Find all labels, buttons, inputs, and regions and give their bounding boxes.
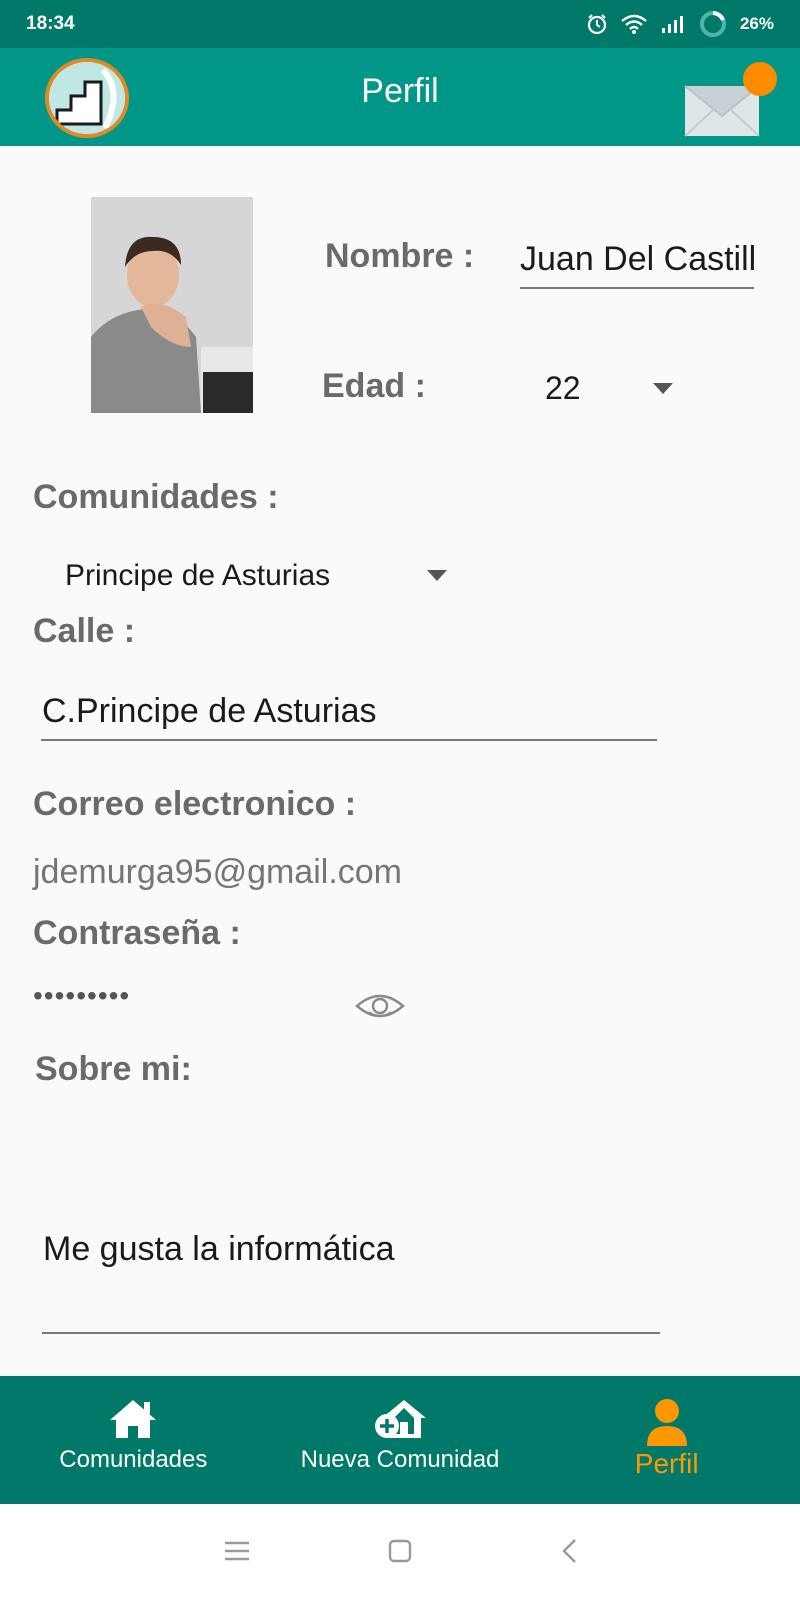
community-dropdown[interactable]: Principe de Asturias	[55, 555, 455, 605]
profile-photo[interactable]	[91, 197, 253, 413]
eye-icon[interactable]	[355, 990, 405, 1027]
battery-percent: 26%	[739, 14, 774, 33]
status-time: 18:34	[26, 13, 75, 34]
name-underline	[520, 287, 754, 289]
battery-icon	[698, 9, 728, 39]
person-icon	[646, 1399, 687, 1446]
add-home-icon	[375, 1400, 426, 1438]
wifi-icon	[620, 13, 648, 35]
nav-label-nueva-comunidad: Nueva Comunidad	[300, 1446, 500, 1473]
street-input[interactable]: C.Principe de Asturias	[42, 692, 377, 731]
age-label: Edad :	[322, 367, 426, 405]
password-value: •••••••••	[33, 980, 131, 1011]
communities-label: Comunidades :	[33, 478, 279, 516]
bottom-navigation: Comunidades Nueva Comunidad Perfil	[0, 1376, 800, 1504]
nav-label-comunidades: Comunidades	[59, 1446, 208, 1473]
street-underline	[41, 739, 657, 741]
system-navigation-bar	[0, 1504, 800, 1600]
about-label: Sobre mi:	[35, 1050, 192, 1088]
nav-item-perfil[interactable]: Perfil	[533, 1376, 800, 1504]
street-label: Calle :	[33, 612, 136, 650]
about-input[interactable]: Me gusta la informática	[43, 1230, 395, 1269]
about-underline	[42, 1332, 660, 1334]
page-title: Perfil	[361, 72, 439, 110]
app-bar: Perfil	[0, 48, 800, 146]
status-bar: 18:34 26%	[0, 0, 800, 48]
alarm-icon	[586, 13, 608, 35]
email-label: Correo electronico :	[33, 785, 357, 823]
chevron-down-icon	[653, 383, 673, 394]
nav-label-perfil: Perfil	[634, 1448, 699, 1479]
mail-button[interactable]	[683, 62, 779, 137]
notification-badge	[743, 62, 777, 96]
community-value: Principe de Asturias	[65, 559, 331, 592]
age-dropdown[interactable]: 22	[530, 360, 690, 416]
nav-item-comunidades[interactable]: Comunidades	[0, 1376, 267, 1504]
name-label: Nombre :	[325, 237, 475, 275]
home-icon	[110, 1400, 157, 1438]
back-icon[interactable]	[560, 1538, 578, 1569]
signal-icon	[660, 14, 686, 34]
menu-icon[interactable]	[224, 1540, 250, 1567]
chevron-down-icon	[427, 570, 447, 581]
email-value: jdemurga95@gmail.com	[33, 853, 403, 891]
name-input[interactable]: Juan Del Castillo	[520, 236, 754, 292]
age-value: 22	[545, 370, 581, 406]
profile-screen: 18:34 26% Perfil Nombre: Juan Del Casti…	[0, 0, 800, 1600]
status-icons: 26%	[586, 9, 774, 39]
password-label: Contraseña :	[33, 914, 241, 952]
name-value: Juan Del Castillo	[520, 240, 754, 278]
home-square-icon[interactable]	[388, 1539, 412, 1568]
nav-item-nueva-comunidad[interactable]: Nueva Comunidad	[267, 1376, 534, 1504]
